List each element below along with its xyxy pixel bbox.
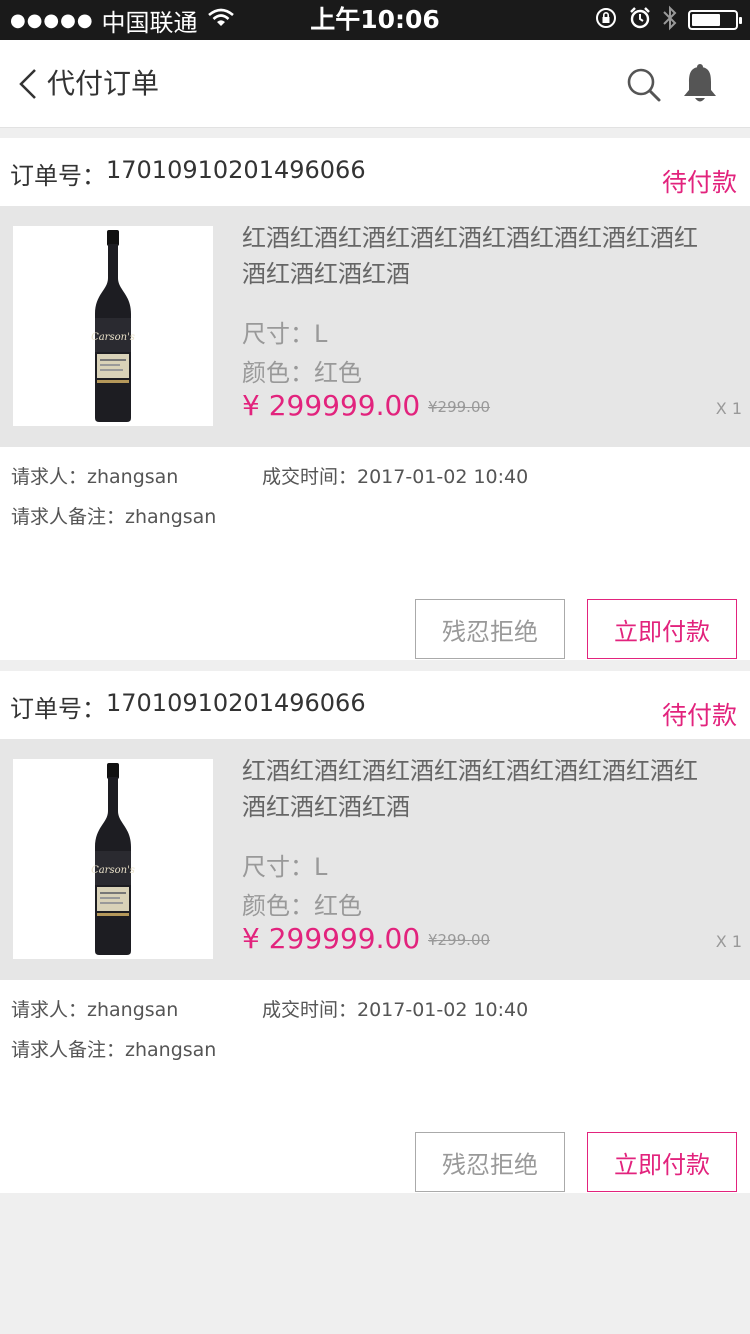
bluetooth-icon xyxy=(662,5,678,35)
bottle-label-text: Carson's xyxy=(91,332,135,343)
status-right xyxy=(594,0,742,40)
product-row[interactable]: Carson's 红酒红酒红酒红酒红酒红酒红酒红酒红酒红酒红酒红酒红酒 尺寸：L… xyxy=(0,739,750,980)
reject-button[interactable]: 残忍拒绝 xyxy=(415,599,565,659)
wine-bottle-image: Carson's xyxy=(91,763,135,955)
battery-icon xyxy=(688,10,742,30)
product-image[interactable]: Carson's xyxy=(13,759,213,959)
order-status: 待付款 xyxy=(661,701,737,730)
product-quantity: X 1 xyxy=(715,932,742,951)
product-price: ¥ 299999.00 xyxy=(242,389,421,422)
bottle-label-text: Carson's xyxy=(91,865,135,876)
order-number: 17010910201496066 xyxy=(106,689,366,717)
back-button[interactable] xyxy=(12,62,44,106)
back-chevron-icon xyxy=(19,69,36,99)
reject-button[interactable]: 残忍拒绝 xyxy=(415,1132,565,1192)
requester-info: 请求人：zhangsan xyxy=(11,999,179,1021)
deal-time-info: 成交时间：2017-01-02 10:40 xyxy=(262,999,529,1021)
order-number-label: 订单号： xyxy=(10,162,106,190)
alarm-icon xyxy=(628,6,652,34)
page-title: 代付订单 xyxy=(47,67,160,100)
product-color: 颜色：红色 xyxy=(242,892,362,920)
product-original-price: ¥299.00 xyxy=(428,398,491,416)
status-bar: ●●●●● 中国联通 上午10:06 xyxy=(0,0,750,40)
product-price: ¥ 299999.00 xyxy=(242,922,421,955)
product-image[interactable]: Carson's xyxy=(13,226,213,426)
wine-bottle-image: Carson's xyxy=(91,230,135,422)
pay-now-button[interactable]: 立即付款 xyxy=(587,1132,737,1192)
search-button[interactable] xyxy=(622,62,664,106)
deal-time-info: 成交时间：2017-01-02 10:40 xyxy=(262,466,529,488)
order-header: 订单号： 17010910201496066 待付款 xyxy=(0,671,750,739)
product-row[interactable]: Carson's 红酒红酒红酒红酒红酒红酒红酒红酒红酒红酒红酒红酒红酒 尺寸：L… xyxy=(0,206,750,447)
search-icon xyxy=(627,68,661,102)
nav-bar: 代付订单 xyxy=(0,40,750,128)
product-color: 颜色：红色 xyxy=(242,359,362,387)
pay-now-button[interactable]: 立即付款 xyxy=(587,599,737,659)
order-status: 待付款 xyxy=(661,168,737,197)
product-size: 尺寸：L xyxy=(242,320,328,348)
order-number-label: 订单号： xyxy=(10,695,106,723)
order-card: 订单号： 17010910201496066 待付款 Carson's 红酒红酒… xyxy=(0,138,750,660)
product-size: 尺寸：L xyxy=(242,853,328,881)
rotation-lock-icon xyxy=(594,6,618,34)
product-name[interactable]: 红酒红酒红酒红酒红酒红酒红酒红酒红酒红酒红酒红酒红酒 xyxy=(242,220,712,292)
order-card: 订单号： 17010910201496066 待付款 Carson's 红酒红酒… xyxy=(0,671,750,1193)
order-header: 订单号： 17010910201496066 待付款 xyxy=(0,138,750,206)
product-original-price: ¥299.00 xyxy=(428,931,491,949)
requester-note: 请求人备注：zhangsan xyxy=(11,506,217,528)
battery-fill xyxy=(692,14,720,26)
notification-button[interactable] xyxy=(679,62,721,106)
product-name[interactable]: 红酒红酒红酒红酒红酒红酒红酒红酒红酒红酒红酒红酒红酒 xyxy=(242,753,712,825)
order-number: 17010910201496066 xyxy=(106,156,366,184)
requester-note: 请求人备注：zhangsan xyxy=(11,1039,217,1061)
bell-icon xyxy=(684,64,716,102)
requester-info: 请求人：zhangsan xyxy=(11,466,179,488)
product-quantity: X 1 xyxy=(715,399,742,418)
